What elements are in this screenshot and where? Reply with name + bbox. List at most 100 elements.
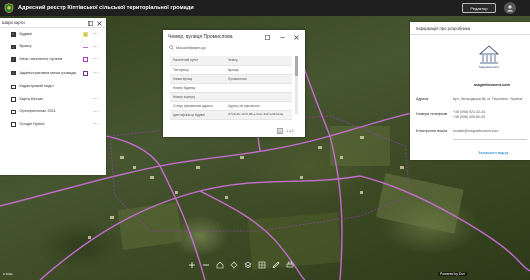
checkbox-icon[interactable] — [11, 57, 16, 62]
basemap-icon[interactable] — [256, 259, 267, 270]
phones-label: Номери телефонів — [416, 112, 448, 116]
table-row: Тип вулиці вулиця — [170, 65, 292, 75]
more-options-icon[interactable]: ··· — [93, 109, 99, 115]
zoom-icon — [169, 45, 174, 50]
checkbox-icon[interactable] — [11, 70, 16, 76]
legend-swatch — [83, 32, 88, 37]
close-icon[interactable] — [96, 20, 102, 26]
map-toolbar — [186, 259, 298, 270]
checkbox-icon[interactable] — [11, 44, 16, 49]
attr-key: Тип вулиці — [170, 65, 225, 75]
layer-item-streets[interactable]: Вулиці ··· — [0, 41, 106, 54]
editor-button[interactable]: Редактор — [462, 3, 496, 13]
table-row: Номер будинку — [170, 83, 292, 93]
developer-logo: Magneticonent — [474, 42, 504, 72]
attr-value: {57231f8c-1FF8-4Bee-9A2c-3637e20b6d4a} — [225, 110, 292, 120]
layer-item-cadastre[interactable]: Кадастровий поділ — [0, 81, 106, 94]
app-logo-icon — [3, 3, 14, 14]
feature-list-icon[interactable] — [277, 128, 283, 134]
email-label: Електронна пошта — [416, 129, 448, 133]
table-row: Номер корпусу — [170, 92, 292, 102]
feedback-link[interactable]: Залишити відгук — [478, 150, 508, 155]
app-header: Адресний реєстр Кіптівської сільської те… — [0, 0, 530, 16]
layer-label: Адміністративна межа громади — [19, 69, 76, 75]
popup-scrollbar[interactable] — [295, 56, 298, 114]
attr-key: Статус присвоєння адреси — [170, 101, 225, 111]
legend-swatch — [83, 70, 88, 76]
developer-site-link[interactable]: magneticonent.com — [474, 83, 510, 87]
layer-label: Будівлі — [19, 30, 33, 36]
attr-value: Чемер — [225, 56, 292, 66]
attribute-table: Населений пункт Чемер Тип вулиці вулиця На… — [170, 56, 292, 120]
layers-title: Шари карти — [2, 20, 25, 25]
measure-icon[interactable] — [270, 259, 281, 270]
layer-item-buildings[interactable]: Будівлі ··· — [0, 28, 106, 41]
layer-label: Ортофотоплан 2011 — [19, 108, 56, 114]
feature-pager[interactable]: 1 з 2 — [286, 129, 294, 133]
layers-panel: Шари карти Будівлі ··· Вулиці ··· Межі н… — [0, 18, 106, 175]
developer-info-panel: Інформація про розробника Magneticonent … — [410, 22, 530, 160]
attr-value: вулиця — [225, 65, 292, 75]
attr-key: Ідентифікатор будівлі — [170, 110, 225, 120]
layer-label: Google Hybrid — [19, 120, 45, 126]
attr-key: Номер корпусу — [170, 92, 225, 102]
locate-icon[interactable] — [228, 259, 239, 270]
layer-item-google-hybrid[interactable]: Google Hybrid ··· — [0, 118, 106, 131]
logo-text: Magneticonent — [479, 65, 499, 69]
more-options-icon[interactable]: ··· — [93, 56, 99, 62]
print-icon[interactable] — [284, 259, 295, 270]
table-row: Населений пункт Чемер — [170, 56, 292, 66]
collapse-icon[interactable] — [279, 34, 285, 40]
email-value[interactable]: contact@magneticonent.com — [453, 129, 498, 134]
divider — [453, 139, 527, 140]
home-icon[interactable] — [214, 259, 225, 270]
checkbox-icon[interactable] — [11, 122, 16, 127]
zoom-to-button[interactable]: Масштабувати до — [169, 45, 206, 50]
more-options-icon[interactable]: ··· — [93, 31, 99, 37]
layer-label: Кадастровий поділ — [19, 83, 54, 89]
table-row: Ідентифікатор будівлі {57231f8c-1FF8-4Bee… — [170, 110, 292, 120]
layers-icon[interactable] — [242, 259, 253, 270]
layer-item-settlement-bounds[interactable]: Межі населених пунктів ··· — [0, 53, 106, 66]
attr-key: Населений пункт — [170, 56, 225, 66]
zoom-in-icon[interactable] — [186, 259, 197, 270]
legend-swatch — [83, 57, 88, 62]
layer-item-bing[interactable]: Карта Бінгом ··· — [0, 93, 106, 106]
attr-value — [225, 92, 292, 102]
layer-item-orthophoto[interactable]: Ортофотоплан 2011 ··· — [0, 106, 106, 119]
collapse-icon[interactable] — [87, 20, 93, 26]
more-options-icon[interactable]: ··· — [93, 70, 99, 76]
more-options-icon[interactable]: ··· — [93, 44, 99, 50]
dev-panel-title: Інформація про розробника — [416, 26, 471, 31]
address-label: Адреса — [416, 97, 429, 101]
app-title: Адресний реєстр Кіптівської сільської те… — [18, 5, 194, 11]
layer-label: Карта Бінгом — [19, 95, 43, 101]
popup-title: Чемер, вулиця Промислова — [168, 34, 233, 40]
layer-label: Вулиці — [19, 43, 32, 49]
checkbox-icon[interactable] — [11, 97, 16, 102]
phone-value: +38 (098) 405-80-29 — [453, 115, 486, 119]
user-avatar-icon[interactable] — [504, 2, 516, 14]
feature-popup: Чемер, вулиця Промислова Масштабувати до… — [163, 30, 305, 137]
checkbox-icon[interactable] — [11, 109, 16, 114]
checkbox-icon[interactable] — [11, 84, 16, 89]
attr-key: Назва вулиці — [170, 74, 225, 84]
more-options-icon[interactable]: ··· — [93, 121, 99, 127]
layers-header: Шари карти — [0, 18, 106, 28]
more-options-icon[interactable]: ··· — [93, 96, 99, 102]
checkbox-icon[interactable] — [11, 32, 16, 37]
dock-icon[interactable] — [264, 34, 270, 40]
map-attribution: Powered by Esri — [438, 272, 467, 276]
attr-value: Адресу не присвоєно — [225, 101, 292, 111]
table-row: Статус присвоєння адреси Адресу не присво… — [170, 101, 292, 111]
close-icon[interactable] — [293, 34, 299, 40]
scale-bar: 0 100м — [3, 272, 13, 276]
layer-item-admin-boundary[interactable]: Адміністративна межа громади ··· — [0, 66, 106, 81]
attr-key: Номер будинку — [170, 83, 225, 93]
layer-label: Межі населених пунктів — [19, 55, 63, 61]
attr-value: Промислова — [225, 74, 292, 84]
zoom-out-icon[interactable] — [200, 259, 211, 270]
divider — [410, 34, 530, 35]
scroll-thumb[interactable] — [295, 56, 298, 76]
zoom-to-label: Масштабувати до — [176, 45, 206, 50]
